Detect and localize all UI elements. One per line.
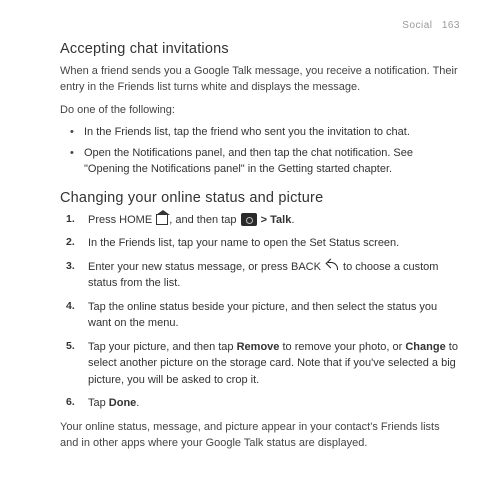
step-item: 4. Tap the online status beside your pic… xyxy=(78,299,460,332)
app-grid-icon xyxy=(241,213,257,226)
header-page: 163 xyxy=(442,20,460,31)
intro-accepting: When a friend sends you a Google Talk me… xyxy=(60,63,460,96)
talk-label: Talk xyxy=(270,214,291,226)
back-icon xyxy=(325,260,339,271)
step-text: Enter your new status message, or press … xyxy=(88,261,324,273)
outro: Your online status, message, and picture… xyxy=(60,419,460,452)
step-item: 2. In the Friends list, tap your name to… xyxy=(78,235,460,252)
page-header: Social 163 xyxy=(60,18,460,33)
step-text: . xyxy=(291,214,294,226)
step-item: 3. Enter your new status message, or pre… xyxy=(78,259,460,292)
heading-accepting: Accepting chat invitations xyxy=(60,39,460,61)
done-label: Done xyxy=(109,397,137,409)
step-text: to remove your photo, or xyxy=(279,341,405,353)
step-item: 1. Press HOME , and then tap > Talk. xyxy=(78,212,460,229)
change-label: Change xyxy=(405,341,445,353)
step-text: Tap your picture, and then tap xyxy=(88,341,237,353)
step-text: In the Friends list, tap your name to op… xyxy=(88,237,399,249)
bullet-list: In the Friends list, tap the friend who … xyxy=(84,124,460,178)
header-section: Social xyxy=(402,20,432,31)
bullet-item: In the Friends list, tap the friend who … xyxy=(84,124,460,141)
home-icon xyxy=(156,214,168,225)
step-text: Tap xyxy=(88,397,109,409)
step-item: 5. Tap your picture, and then tap Remove… xyxy=(78,339,460,389)
step-text: Press HOME xyxy=(88,214,155,226)
step-text: . xyxy=(136,397,139,409)
step-text: Tap the online status beside your pictur… xyxy=(88,301,437,330)
chevron-right-icon: > xyxy=(258,214,271,226)
do-one-label: Do one of the following: xyxy=(60,102,460,119)
remove-label: Remove xyxy=(237,341,280,353)
step-text: , and then tap xyxy=(169,214,239,226)
heading-changing: Changing your online status and picture xyxy=(60,188,460,210)
step-item: 6. Tap Done. xyxy=(78,395,460,412)
step-list: 1. Press HOME , and then tap > Talk. 2. … xyxy=(78,212,460,412)
bullet-item: Open the Notifications panel, and then t… xyxy=(84,145,460,178)
